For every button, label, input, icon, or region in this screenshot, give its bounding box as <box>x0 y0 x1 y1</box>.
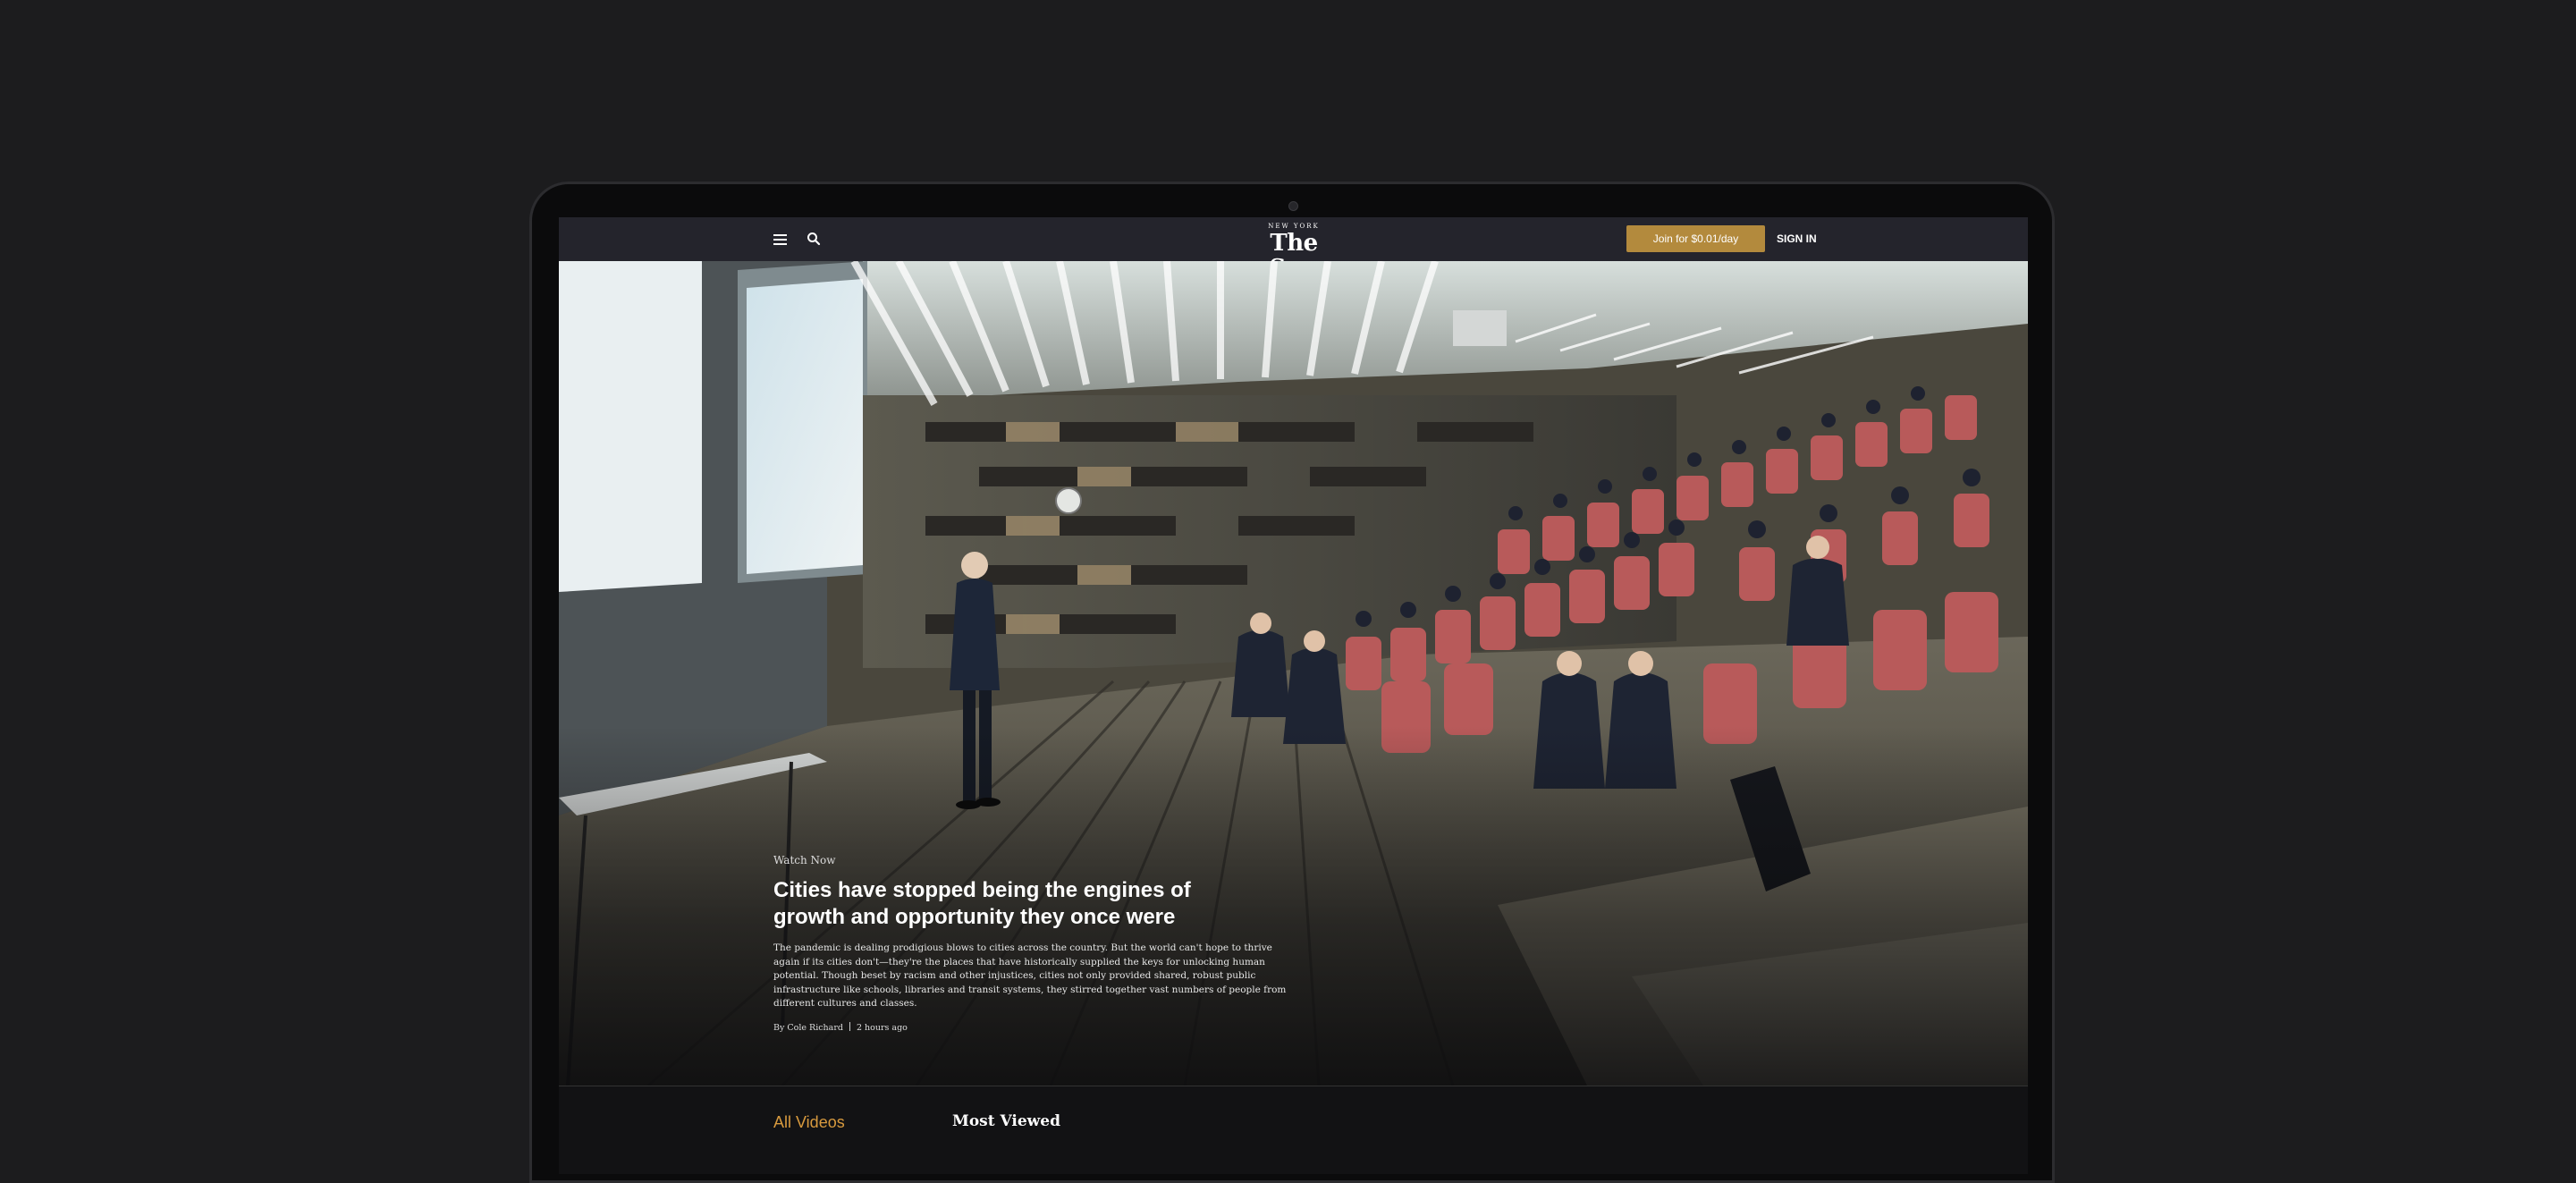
sign-in-link[interactable]: SIGN IN <box>1777 232 1817 245</box>
hero-feature[interactable]: Watch Now Cities have stopped being the … <box>559 261 2028 1086</box>
hamburger-menu-icon[interactable] <box>773 234 787 245</box>
timestamp: 2 hours ago <box>856 1022 908 1033</box>
hero-text-block: Watch Now Cities have stopped being the … <box>773 854 1310 1033</box>
hero-headline[interactable]: Cities have stopped being the engines of… <box>773 877 1238 931</box>
webcam <box>1288 201 1298 211</box>
site-header: NEW YORK The Sun Join for $0.01/day SIGN… <box>559 217 2028 281</box>
hero-dek: The pandemic is dealing prodigious blows… <box>773 942 1287 1009</box>
tab-most-viewed[interactable]: Most Viewed <box>952 1112 1060 1130</box>
join-button[interactable]: Join for $0.01/day <box>1626 225 1765 252</box>
laptop-frame: NEW YORK The Sun Join for $0.01/day SIGN… <box>529 182 2055 1183</box>
tab-all-videos[interactable]: All Videos <box>773 1113 845 1132</box>
author-name[interactable]: By Cole Richard <box>773 1023 843 1033</box>
byline: By Cole Richard 2 hours ago <box>773 1021 1310 1033</box>
byline-divider <box>849 1021 850 1031</box>
browser-screen: NEW YORK The Sun Join for $0.01/day SIGN… <box>559 217 2028 1174</box>
search-icon[interactable] <box>807 232 821 246</box>
watch-now-label[interactable]: Watch Now <box>773 854 1310 866</box>
